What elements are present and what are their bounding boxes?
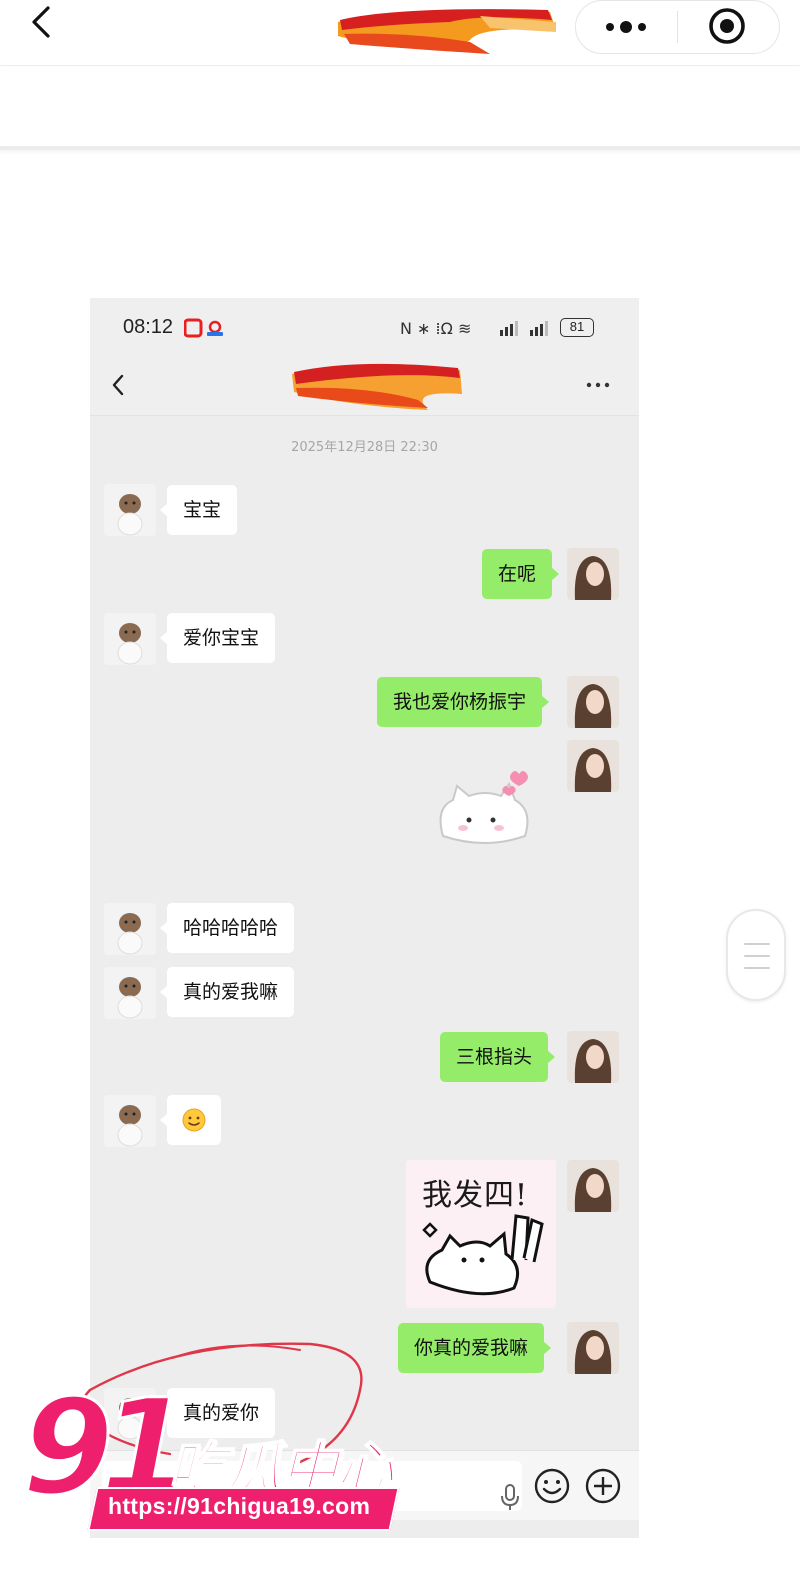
handle-line [744, 943, 770, 945]
notification-icons [184, 318, 223, 338]
dog-avatar-icon [104, 1095, 156, 1147]
redaction-scribble [338, 9, 556, 54]
dog-avatar-icon [104, 613, 156, 665]
smile-emoji-icon [182, 1108, 206, 1132]
message-bubble-incoming[interactable]: 真的爱我嘛 [159, 967, 295, 1017]
handle-line [744, 955, 770, 957]
capsule-divider [677, 11, 678, 43]
my-avatar[interactable] [567, 740, 619, 792]
chat-header [90, 356, 639, 416]
more-dots-icon[interactable] [583, 372, 613, 398]
svg-text:N ∗ ⁞Ω ≋: N ∗ ⁞Ω ≋ [400, 319, 471, 338]
handle-line [744, 967, 770, 969]
dog-avatar-icon [104, 967, 156, 1019]
watermark-url: https://91chigua19.com [108, 1493, 371, 1519]
girl-avatar-icon [567, 548, 619, 600]
contact-avatar[interactable] [104, 967, 156, 1019]
my-avatar[interactable] [567, 1031, 619, 1083]
girl-avatar-icon [567, 1031, 619, 1083]
my-avatar[interactable] [567, 676, 619, 728]
message-bubble-outgoing[interactable]: 我也爱你杨振宇 [377, 677, 550, 727]
plus-icon[interactable] [584, 1467, 622, 1505]
more-dots-icon [606, 21, 646, 33]
contact-avatar[interactable] [104, 903, 156, 955]
message-bubble-incoming[interactable]: 爱你宝宝 [159, 613, 276, 663]
sticker-text: 我发四! [422, 1178, 529, 1213]
redaction-scribble [292, 363, 462, 410]
my-avatar[interactable] [567, 1160, 619, 1212]
more-button[interactable] [598, 7, 654, 47]
floating-side-handle[interactable] [726, 909, 786, 1001]
message-bubble-outgoing[interactable]: 三根指头 [440, 1032, 556, 1082]
microphone-icon[interactable] [498, 1483, 522, 1511]
status-time: 08:12 [123, 316, 174, 338]
message-bubble-outgoing[interactable]: 在呢 [482, 549, 560, 599]
target-close-icon [709, 8, 745, 44]
message-bubble-incoming[interactable]: 哈哈哈哈哈 [159, 903, 295, 953]
girl-avatar-icon [567, 1160, 619, 1212]
girl-avatar-icon [567, 676, 619, 728]
content-banner [0, 66, 800, 150]
dog-avatar-icon [104, 903, 156, 955]
my-avatar[interactable] [567, 548, 619, 600]
message-bubble-outgoing[interactable]: 你真的爱我嘛 [398, 1323, 552, 1373]
sticker-message[interactable]: 我发四! [406, 1160, 556, 1308]
back-button[interactable] [22, 2, 62, 42]
girl-avatar-icon [567, 740, 619, 792]
emoji-icon[interactable] [533, 1467, 571, 1505]
dog-avatar-icon [104, 484, 156, 536]
chat-timestamp: 2025年12月28日 22:30 [291, 440, 438, 455]
chevron-left-icon [32, 6, 50, 38]
battery-indicator: 81 [560, 318, 594, 337]
chevron-left-icon[interactable] [104, 370, 134, 400]
white-cat-heart-sticker[interactable] [435, 768, 535, 858]
close-button[interactable] [704, 3, 750, 49]
mini-program-header [0, 0, 800, 66]
cat-holding-fingers-sticker [422, 1214, 544, 1296]
mini-program-capsule [575, 0, 780, 54]
contact-avatar[interactable] [104, 484, 156, 536]
girl-avatar-icon [567, 1322, 619, 1374]
contact-avatar[interactable] [104, 613, 156, 665]
message-bubble-incoming[interactable]: 宝宝 [159, 485, 238, 535]
my-avatar[interactable] [567, 1322, 619, 1374]
message-bubble-incoming[interactable] [160, 1095, 221, 1145]
contact-avatar[interactable] [104, 1095, 156, 1147]
status-bar: 08:12 N ∗ ⁞Ω ≋ 81 [90, 298, 639, 356]
